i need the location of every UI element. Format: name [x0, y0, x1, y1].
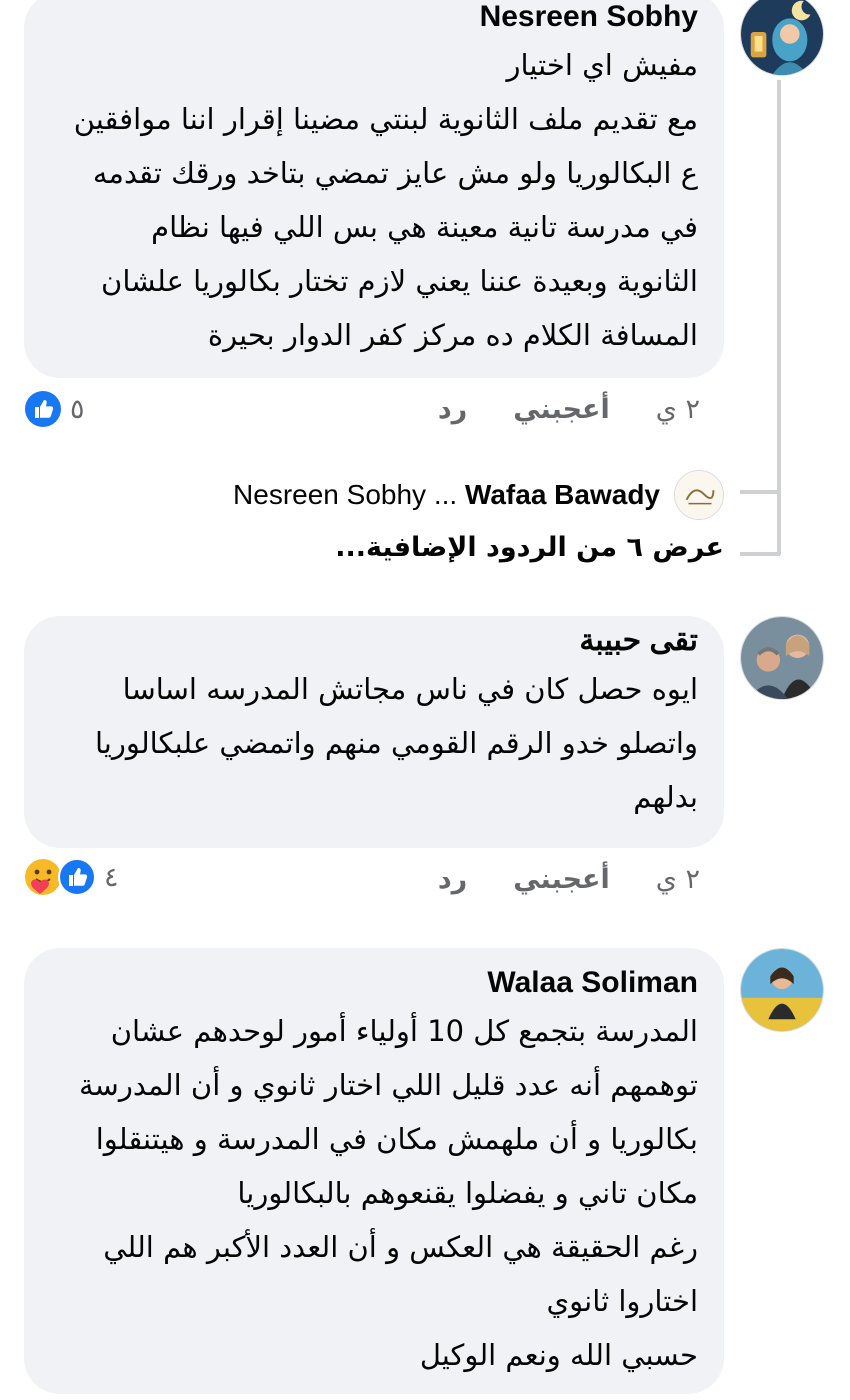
comment-time[interactable]: ٢ ي [656, 394, 700, 425]
comment-text: المدرسة بتجمع كل 10 أولياء أمور لوحدهم ع… [78, 1014, 698, 1372]
reaction-count: ٤ [104, 861, 119, 893]
comment-bubble-taqa: تقى حبيبة ايوه حصل كان في ناس مجاتش المد… [24, 616, 724, 848]
reply-link[interactable]: رد [438, 394, 467, 425]
view-more-replies-link[interactable]: عرض ٦ من الردود الإضافية... [335, 532, 724, 563]
comment-text: مفيش اي اختيار مع تقديم ملف الثانوية لبن… [73, 48, 698, 352]
reply-preview-text: Nesreen Sobhy ... Wafaa Bawady [233, 479, 660, 511]
reaction-summary[interactable]: ٥ [24, 390, 85, 428]
reply-preview[interactable]: Nesreen Sobhy ... Wafaa Bawady [233, 470, 724, 520]
reply-link[interactable]: رد [438, 864, 467, 895]
comment-author[interactable]: تقى حبيبة [64, 620, 698, 662]
comment-text: ايوه حصل كان في ناس مجاتش المدرسه اساسا … [94, 672, 698, 814]
walaa-avatar[interactable] [740, 948, 824, 1032]
thread-branch [740, 490, 780, 494]
comment-author[interactable]: Walaa Soliman [64, 962, 698, 1004]
reply-author[interactable]: Wafaa Bawady [465, 479, 660, 510]
comment-bubble-nesreen: Nesreen Sobhy مفيش اي اختيار مع تقديم مل… [24, 0, 724, 378]
like-reaction-icon [58, 858, 96, 896]
comment-time[interactable]: ٢ ي [656, 864, 700, 895]
comment-actions: ٢ ي أعجبني رد [438, 394, 700, 425]
like-link[interactable]: أعجبني [513, 864, 610, 895]
taqa-avatar[interactable] [740, 616, 824, 700]
reaction-summary[interactable]: ٤ [24, 858, 119, 896]
reply-mention[interactable]: Nesreen Sobhy [233, 479, 426, 510]
comment-author[interactable]: Nesreen Sobhy [64, 0, 698, 38]
thread-line [777, 80, 781, 555]
thread-branch [740, 552, 780, 556]
care-reaction-icon [24, 858, 62, 896]
comment-actions: ٢ ي أعجبني رد [438, 864, 700, 895]
comment-bubble-walaa: Walaa Soliman المدرسة بتجمع كل 10 أولياء… [24, 948, 724, 1394]
nesreen-avatar[interactable] [740, 0, 824, 76]
reply-separator: ... [433, 479, 458, 510]
like-link[interactable]: أعجبني [513, 394, 610, 425]
wafaa-avatar[interactable] [674, 470, 724, 520]
like-reaction-icon [24, 390, 62, 428]
reaction-count: ٥ [70, 393, 85, 425]
